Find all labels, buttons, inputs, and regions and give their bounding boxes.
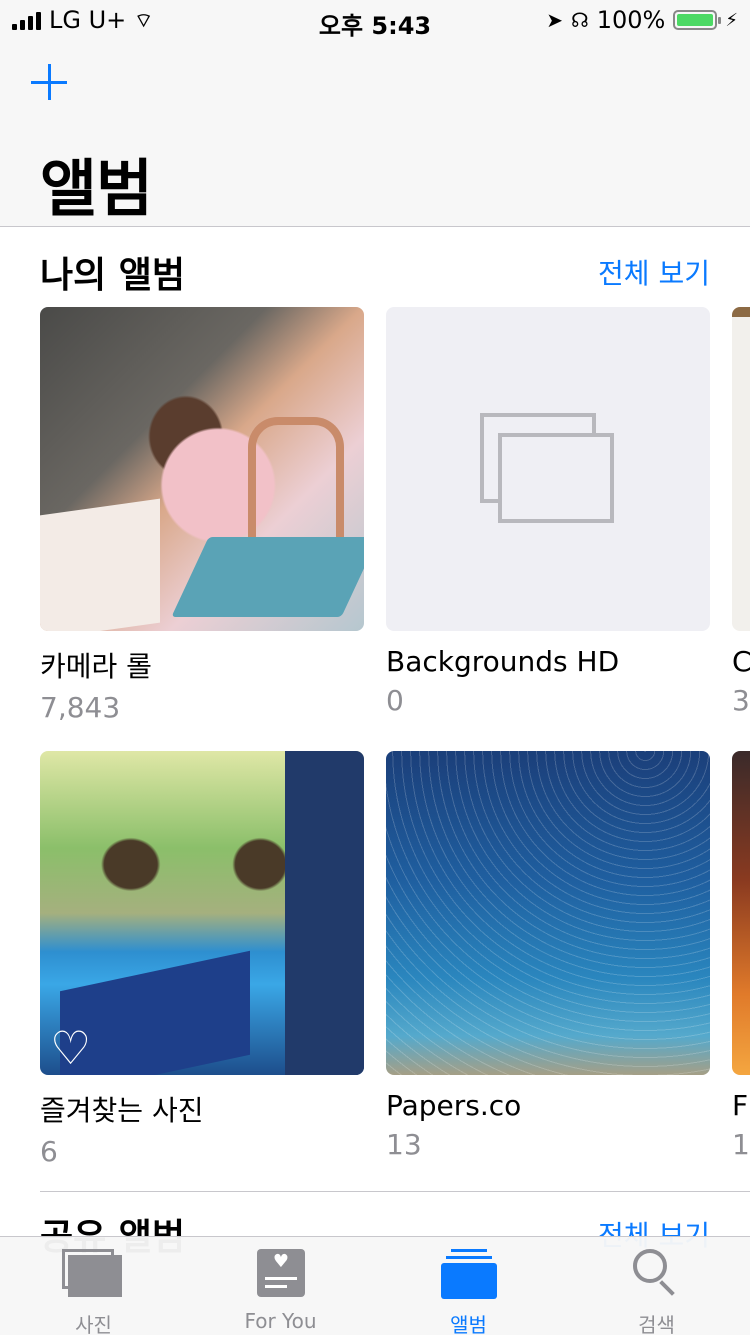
heart-icon: ♡ (50, 1021, 92, 1075)
headphones-icon: ☊ (570, 8, 589, 32)
location-icon: ➤ (546, 8, 563, 32)
album-thumbnail[interactable] (386, 751, 710, 1075)
see-all-my-albums-button[interactable]: 전체 보기 (598, 252, 710, 292)
add-album-button[interactable] (30, 62, 70, 102)
album-count: 1 (732, 1128, 750, 1161)
album-count: 0 (386, 684, 404, 717)
album-papers-co[interactable]: Papers.co 13 (386, 751, 710, 1161)
search-icon (633, 1249, 683, 1299)
album-partial-f[interactable]: F 1 (732, 751, 750, 1171)
album-camera-roll[interactable]: 카메라 롤 7,843 (40, 307, 364, 724)
album-count: 13 (386, 1128, 422, 1161)
album-name: Backgrounds HD (386, 645, 620, 678)
page-title: 앨범 (40, 152, 153, 225)
tab-for-you[interactable]: ♥ For You (187, 1237, 374, 1335)
tab-albums[interactable]: 앨범 (375, 1237, 562, 1337)
album-thumbnail[interactable] (732, 307, 750, 631)
status-bar: LG U+ ⌔ 오후 5:43 ➤ ☊ 100% ⚡ (0, 0, 750, 40)
album-thumbnail[interactable] (732, 751, 750, 1075)
album-thumbnail[interactable] (386, 307, 710, 631)
album-thumbnail[interactable] (40, 307, 364, 631)
album-name: C (732, 645, 750, 678)
photos-icon (62, 1249, 122, 1297)
tab-label: For You (244, 1309, 317, 1333)
album-name: F (732, 1089, 749, 1122)
tab-photos[interactable]: 사진 (0, 1237, 187, 1337)
album-partial-c[interactable]: C 3 (732, 307, 750, 727)
section-divider (40, 1191, 750, 1192)
nav-header: 앨범 (0, 40, 750, 227)
my-albums-header: 나의 앨범 전체 보기 (40, 246, 710, 296)
album-name: Papers.co (386, 1089, 522, 1122)
battery-icon (673, 10, 722, 30)
charging-icon: ⚡ (725, 9, 738, 31)
section-title-my-albums: 나의 앨범 (40, 255, 186, 296)
album-count: 3 (732, 684, 750, 717)
battery-percent: 100% (596, 6, 666, 34)
albums-icon (441, 1249, 497, 1299)
album-favorites[interactable]: ♡ 즐겨찾는 사진 6 (40, 751, 364, 1168)
for-you-icon: ♥ (257, 1249, 305, 1297)
tab-bar: 사진 ♥ For You 앨범 검색 (0, 1236, 750, 1337)
album-name: 카메라 롤 (40, 650, 152, 683)
album-thumbnail[interactable]: ♡ (40, 751, 364, 1075)
album-name: 즐겨찾는 사진 (40, 1094, 204, 1127)
album-count: 6 (40, 1135, 58, 1168)
album-count: 7,843 (40, 691, 121, 724)
tab-search[interactable]: 검색 (563, 1237, 750, 1337)
status-right: ➤ ☊ 100% ⚡ (546, 6, 738, 34)
album-backgrounds-hd[interactable]: Backgrounds HD 0 (386, 307, 710, 717)
